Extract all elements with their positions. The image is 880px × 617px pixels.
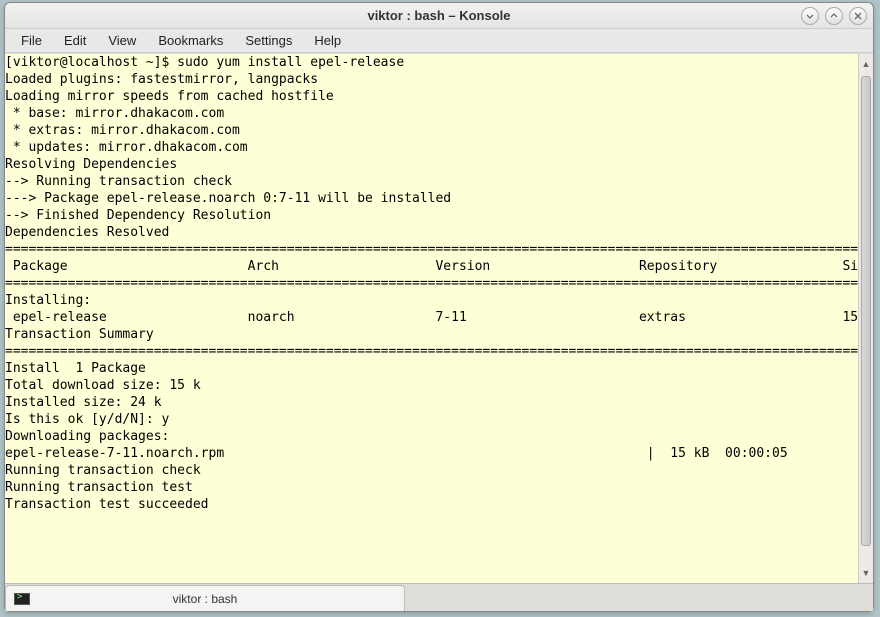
scroll-thumb[interactable]: [861, 76, 871, 546]
terminal-line: Installing:: [5, 292, 858, 309]
scroll-up-icon[interactable]: ▲: [859, 56, 873, 72]
menu-edit[interactable]: Edit: [54, 30, 96, 51]
terminal-area: [viktor@localhost ~]$ sudo yum install e…: [5, 53, 873, 583]
titlebar: viktor : bash – Konsole: [5, 3, 873, 29]
menu-help[interactable]: Help: [304, 30, 351, 51]
terminal-line: Is this ok [y/d/N]: y: [5, 411, 858, 428]
window-controls: [801, 7, 867, 25]
menu-bookmarks[interactable]: Bookmarks: [148, 30, 233, 51]
terminal-line: Running transaction test: [5, 479, 858, 496]
terminal-line: Loaded plugins: fastestmirror, langpacks: [5, 71, 858, 88]
konsole-window: viktor : bash – Konsole File Edit View B…: [4, 2, 874, 612]
tab-viktor-bash[interactable]: viktor : bash: [5, 585, 405, 611]
tabbar: viktor : bash: [5, 583, 873, 611]
terminal-line: * base: mirror.dhakacom.com: [5, 105, 858, 122]
terminal-line: Resolving Dependencies: [5, 156, 858, 173]
terminal-line: Running transaction check: [5, 462, 858, 479]
scroll-down-icon[interactable]: ▼: [859, 565, 873, 581]
menu-view[interactable]: View: [98, 30, 146, 51]
terminal-line: Installed size: 24 k: [5, 394, 858, 411]
terminal-line: ========================================…: [5, 241, 858, 258]
minimize-button[interactable]: [801, 7, 819, 25]
menu-file[interactable]: File: [11, 30, 52, 51]
scrollbar[interactable]: ▲ ▼: [858, 54, 873, 583]
terminal-line: epel-release noarch 7-11 extras 15 k: [5, 309, 858, 326]
terminal-line: [viktor@localhost ~]$ sudo yum install e…: [5, 54, 858, 71]
terminal-line: Transaction Summary: [5, 326, 858, 343]
terminal-line: ========================================…: [5, 343, 858, 360]
terminal-line: Transaction test succeeded: [5, 496, 858, 513]
terminal-line: Package Arch Version Repository Size: [5, 258, 858, 275]
terminal-line: ---> Package epel-release.noarch 0:7-11 …: [5, 190, 858, 207]
terminal-line: * extras: mirror.dhakacom.com: [5, 122, 858, 139]
terminal-line: --> Running transaction check: [5, 173, 858, 190]
terminal-line: --> Finished Dependency Resolution: [5, 207, 858, 224]
maximize-button[interactable]: [825, 7, 843, 25]
menu-settings[interactable]: Settings: [235, 30, 302, 51]
close-button[interactable]: [849, 7, 867, 25]
window-title: viktor : bash – Konsole: [5, 8, 873, 23]
terminal-line: ========================================…: [5, 275, 858, 292]
terminal-line: Dependencies Resolved: [5, 224, 858, 241]
terminal-line: Total download size: 15 k: [5, 377, 858, 394]
terminal-line: Install 1 Package: [5, 360, 858, 377]
terminal-line: * updates: mirror.dhakacom.com: [5, 139, 858, 156]
menubar: File Edit View Bookmarks Settings Help: [5, 29, 873, 53]
terminal-line: epel-release-7-11.noarch.rpm | 15 kB 00:…: [5, 445, 858, 462]
terminal-line: Loading mirror speeds from cached hostfi…: [5, 88, 858, 105]
terminal-line: Downloading packages:: [5, 428, 858, 445]
tab-label: viktor : bash: [6, 592, 404, 606]
terminal-output[interactable]: [viktor@localhost ~]$ sudo yum install e…: [5, 54, 858, 583]
